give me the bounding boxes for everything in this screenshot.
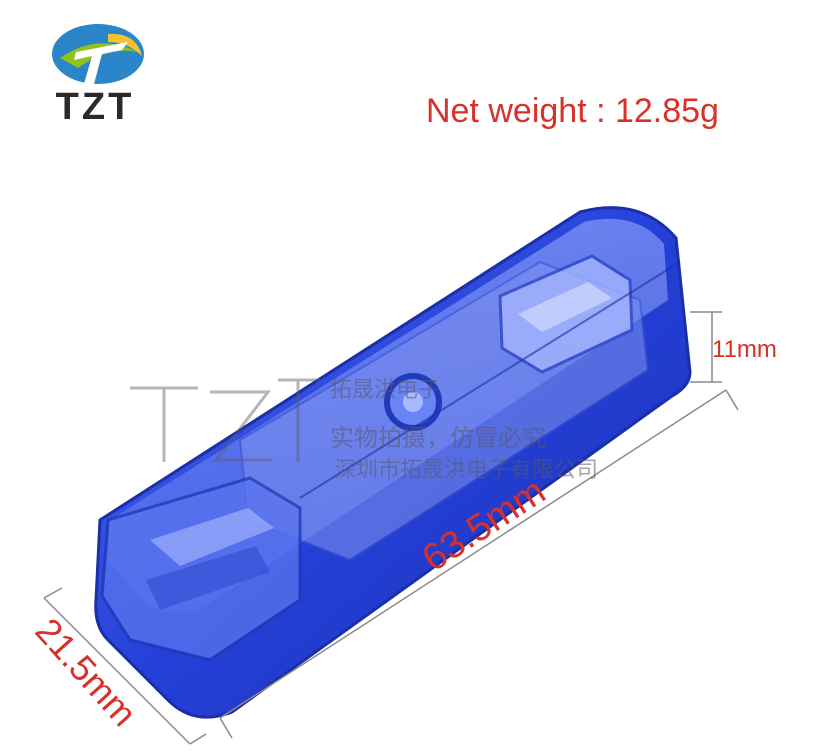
watermark-line-3: 深圳市拓晟洪电子有限公司 [334, 458, 599, 483]
dimension-height-label: 11mm [712, 336, 777, 363]
watermark-line-2: 实物拍摄，仿冒必究 [330, 424, 546, 452]
product-photo: TZT Net weight : 12.85g 11mm 63.5mm 21.5… [0, 0, 816, 754]
watermark-line-1: 拓晟洪电子 [330, 378, 441, 403]
